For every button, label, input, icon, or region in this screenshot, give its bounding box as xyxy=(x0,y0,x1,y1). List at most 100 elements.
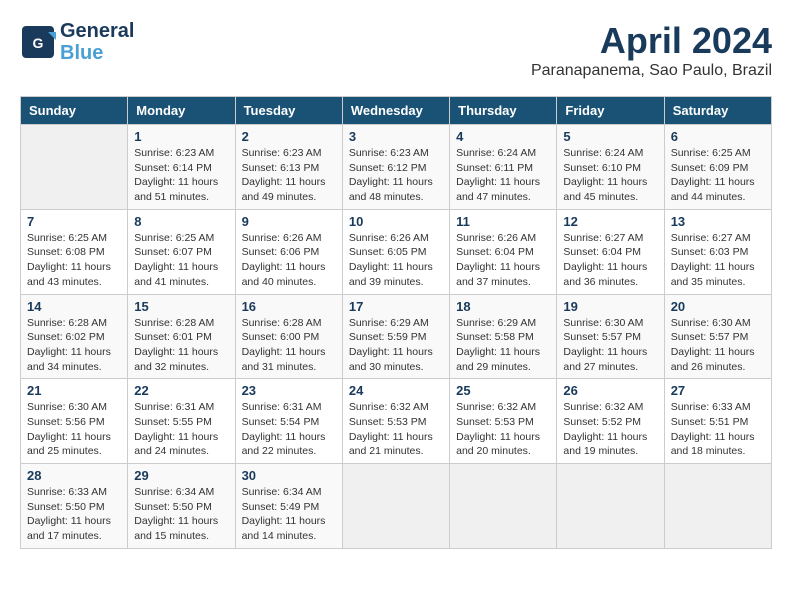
day-info: Sunrise: 6:26 AM Sunset: 6:05 PM Dayligh… xyxy=(349,231,443,290)
day-number: 6 xyxy=(671,129,765,144)
day-info: Sunrise: 6:27 AM Sunset: 6:03 PM Dayligh… xyxy=(671,231,765,290)
calendar-cell: 11 Sunrise: 6:26 AM Sunset: 6:04 PM Dayli… xyxy=(450,209,557,294)
calendar-cell xyxy=(450,464,557,549)
day-number: 19 xyxy=(563,299,657,314)
day-info: Sunrise: 6:34 AM Sunset: 5:50 PM Dayligh… xyxy=(134,485,228,544)
calendar-cell: 3Sunrise: 6:23 AM Sunset: 6:12 PM Daylig… xyxy=(342,125,449,210)
day-number: 7 xyxy=(27,214,121,229)
day-number: 30 xyxy=(242,468,336,483)
calendar-cell: 19 Sunrise: 6:30 AM Sunset: 5:57 PM Dayli… xyxy=(557,294,664,379)
day-number: 26 xyxy=(563,383,657,398)
day-info: Sunrise: 6:25 AM Sunset: 6:07 PM Dayligh… xyxy=(134,231,228,290)
weekday-header-monday: Monday xyxy=(128,97,235,125)
calendar-cell: 18 Sunrise: 6:29 AM Sunset: 5:58 PM Dayli… xyxy=(450,294,557,379)
day-number: 28 xyxy=(27,468,121,483)
day-info: Sunrise: 6:32 AM Sunset: 5:53 PM Dayligh… xyxy=(456,400,550,459)
day-info: Sunrise: 6:25 AM Sunset: 6:09 PM Dayligh… xyxy=(671,146,765,205)
calendar-table: SundayMondayTuesdayWednesdayThursdayFrid… xyxy=(20,96,772,549)
calendar-cell: 10 Sunrise: 6:26 AM Sunset: 6:05 PM Dayli… xyxy=(342,209,449,294)
calendar-cell: 4 Sunrise: 6:24 AM Sunset: 6:11 PM Daylig… xyxy=(450,125,557,210)
day-info: Sunrise: 6:30 AM Sunset: 5:57 PM Dayligh… xyxy=(671,316,765,375)
calendar-cell: 5 Sunrise: 6:24 AM Sunset: 6:10 PM Daylig… xyxy=(557,125,664,210)
day-info: Sunrise: 6:26 AM Sunset: 6:04 PM Dayligh… xyxy=(456,231,550,290)
day-number: 14 xyxy=(27,299,121,314)
day-number: 10 xyxy=(349,214,443,229)
month-title: April 2024 xyxy=(531,20,772,62)
calendar-body: 1 Sunrise: 6:23 AM Sunset: 6:14 PM Daylig… xyxy=(21,125,772,549)
calendar-cell xyxy=(21,125,128,210)
weekday-header-saturday: Saturday xyxy=(664,97,771,125)
calendar-cell: 6 Sunrise: 6:25 AM Sunset: 6:09 PM Daylig… xyxy=(664,125,771,210)
day-info: Sunrise: 6:26 AM Sunset: 6:06 PM Dayligh… xyxy=(242,231,336,290)
day-number: 9 xyxy=(242,214,336,229)
logo-line2: Blue xyxy=(60,42,134,64)
day-number: 15 xyxy=(134,299,228,314)
calendar-cell xyxy=(557,464,664,549)
day-number: 1 xyxy=(134,129,228,144)
calendar-cell: 16Sunrise: 6:28 AM Sunset: 6:00 PM Dayli… xyxy=(235,294,342,379)
calendar-cell: 26 Sunrise: 6:32 AM Sunset: 5:52 PM Dayli… xyxy=(557,379,664,464)
logo-icon: G xyxy=(20,24,56,60)
page-header: G General Blue April 2024 Paranapanema, … xyxy=(20,20,772,80)
day-info: Sunrise: 6:33 AM Sunset: 5:51 PM Dayligh… xyxy=(671,400,765,459)
location: Paranapanema, Sao Paulo, Brazil xyxy=(531,62,772,80)
day-info: Sunrise: 6:28 AM Sunset: 6:00 PM Dayligh… xyxy=(242,316,336,375)
calendar-cell: 15Sunrise: 6:28 AM Sunset: 6:01 PM Dayli… xyxy=(128,294,235,379)
calendar-cell: 14 Sunrise: 6:28 AM Sunset: 6:02 PM Dayli… xyxy=(21,294,128,379)
calendar-cell: 30 Sunrise: 6:34 AM Sunset: 5:49 PM Dayli… xyxy=(235,464,342,549)
day-number: 21 xyxy=(27,383,121,398)
day-info: Sunrise: 6:28 AM Sunset: 6:02 PM Dayligh… xyxy=(27,316,121,375)
calendar-cell: 2Sunrise: 6:23 AM Sunset: 6:13 PM Daylig… xyxy=(235,125,342,210)
weekday-header-friday: Friday xyxy=(557,97,664,125)
calendar-cell xyxy=(664,464,771,549)
weekday-header-thursday: Thursday xyxy=(450,97,557,125)
title-block: April 2024 Paranapanema, Sao Paulo, Braz… xyxy=(531,20,772,80)
day-number: 29 xyxy=(134,468,228,483)
day-number: 23 xyxy=(242,383,336,398)
day-info: Sunrise: 6:32 AM Sunset: 5:52 PM Dayligh… xyxy=(563,400,657,459)
day-number: 8 xyxy=(134,214,228,229)
day-number: 4 xyxy=(456,129,550,144)
calendar-cell: 9 Sunrise: 6:26 AM Sunset: 6:06 PM Daylig… xyxy=(235,209,342,294)
day-info: Sunrise: 6:27 AM Sunset: 6:04 PM Dayligh… xyxy=(563,231,657,290)
day-info: Sunrise: 6:31 AM Sunset: 5:55 PM Dayligh… xyxy=(134,400,228,459)
day-number: 12 xyxy=(563,214,657,229)
day-info: Sunrise: 6:30 AM Sunset: 5:56 PM Dayligh… xyxy=(27,400,121,459)
day-info: Sunrise: 6:29 AM Sunset: 5:58 PM Dayligh… xyxy=(456,316,550,375)
calendar-week-row: 21 Sunrise: 6:30 AM Sunset: 5:56 PM Dayli… xyxy=(21,379,772,464)
day-info: Sunrise: 6:23 AM Sunset: 6:14 PM Dayligh… xyxy=(134,146,228,205)
calendar-cell: 22Sunrise: 6:31 AM Sunset: 5:55 PM Dayli… xyxy=(128,379,235,464)
day-number: 18 xyxy=(456,299,550,314)
calendar-cell: 27 Sunrise: 6:33 AM Sunset: 5:51 PM Dayli… xyxy=(664,379,771,464)
day-number: 3 xyxy=(349,129,443,144)
calendar-cell: 1 Sunrise: 6:23 AM Sunset: 6:14 PM Daylig… xyxy=(128,125,235,210)
calendar-week-row: 7Sunrise: 6:25 AM Sunset: 6:08 PM Daylig… xyxy=(21,209,772,294)
calendar-cell: 17Sunrise: 6:29 AM Sunset: 5:59 PM Dayli… xyxy=(342,294,449,379)
calendar-cell: 23Sunrise: 6:31 AM Sunset: 5:54 PM Dayli… xyxy=(235,379,342,464)
day-number: 11 xyxy=(456,214,550,229)
svg-text:G: G xyxy=(33,35,44,51)
weekday-header-wednesday: Wednesday xyxy=(342,97,449,125)
day-number: 13 xyxy=(671,214,765,229)
logo: G General Blue xyxy=(20,20,134,64)
day-number: 17 xyxy=(349,299,443,314)
calendar-cell: 29 Sunrise: 6:34 AM Sunset: 5:50 PM Dayli… xyxy=(128,464,235,549)
day-number: 24 xyxy=(349,383,443,398)
calendar-cell xyxy=(342,464,449,549)
day-info: Sunrise: 6:23 AM Sunset: 6:13 PM Dayligh… xyxy=(242,146,336,205)
weekday-header-sunday: Sunday xyxy=(21,97,128,125)
day-info: Sunrise: 6:24 AM Sunset: 6:10 PM Dayligh… xyxy=(563,146,657,205)
weekday-header-tuesday: Tuesday xyxy=(235,97,342,125)
calendar-week-row: 14 Sunrise: 6:28 AM Sunset: 6:02 PM Dayli… xyxy=(21,294,772,379)
day-number: 27 xyxy=(671,383,765,398)
calendar-cell: 24Sunrise: 6:32 AM Sunset: 5:53 PM Dayli… xyxy=(342,379,449,464)
day-number: 25 xyxy=(456,383,550,398)
day-number: 5 xyxy=(563,129,657,144)
day-info: Sunrise: 6:24 AM Sunset: 6:11 PM Dayligh… xyxy=(456,146,550,205)
calendar-header-row: SundayMondayTuesdayWednesdayThursdayFrid… xyxy=(21,97,772,125)
day-info: Sunrise: 6:33 AM Sunset: 5:50 PM Dayligh… xyxy=(27,485,121,544)
day-info: Sunrise: 6:30 AM Sunset: 5:57 PM Dayligh… xyxy=(563,316,657,375)
calendar-cell: 25 Sunrise: 6:32 AM Sunset: 5:53 PM Dayli… xyxy=(450,379,557,464)
calendar-week-row: 28 Sunrise: 6:33 AM Sunset: 5:50 PM Dayli… xyxy=(21,464,772,549)
day-info: Sunrise: 6:34 AM Sunset: 5:49 PM Dayligh… xyxy=(242,485,336,544)
